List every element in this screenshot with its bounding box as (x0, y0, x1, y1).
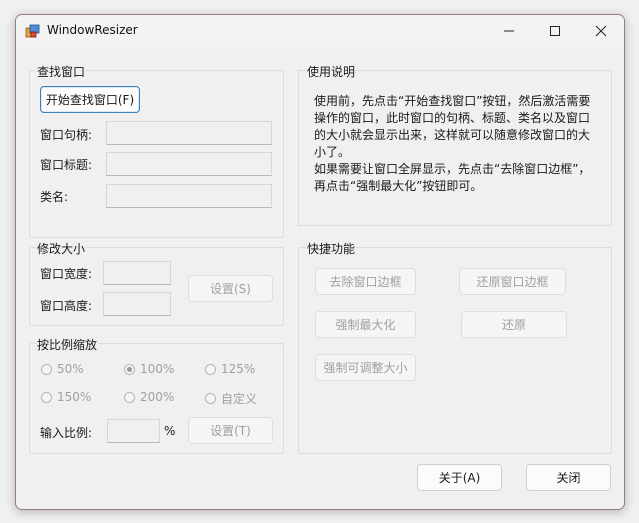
ratio-field[interactable] (107, 419, 160, 443)
restore-button[interactable]: 还原 (461, 311, 567, 338)
quick-functions-group-title: 快捷功能 (306, 240, 357, 257)
height-field[interactable] (103, 292, 171, 316)
start-find-button[interactable]: 开始查找窗口(F) (40, 86, 140, 113)
usage-group-title: 使用说明 (306, 63, 357, 80)
percent-sign: % (164, 424, 176, 438)
close-icon (595, 25, 607, 37)
maximize-icon (550, 26, 560, 36)
radio-dot (205, 363, 216, 375)
close-button[interactable]: 关闭 (526, 464, 611, 491)
class-name-field[interactable] (106, 184, 272, 208)
width-label: 窗口宽度: (40, 267, 93, 281)
set-size-button[interactable]: 设置(S) (188, 275, 273, 302)
set-scale-button[interactable]: 设置(T) (188, 417, 273, 444)
height-label: 窗口高度: (40, 299, 93, 313)
radio-custom[interactable]: 自定义 (205, 390, 257, 407)
class-name-label: 类名: (40, 190, 69, 204)
radio-dot (41, 363, 52, 375)
radio-150[interactable]: 150% (41, 390, 91, 404)
radio-150-label: 150% (57, 390, 92, 404)
ratio-label: 输入比例: (40, 426, 93, 440)
scale-group-title: 按比例缩放 (36, 336, 99, 353)
window-title-field[interactable] (106, 152, 272, 176)
radio-dot (41, 391, 52, 403)
close-window-button[interactable] (578, 15, 624, 47)
radio-50-label: 50% (57, 362, 84, 376)
maximize-button[interactable] (532, 15, 578, 47)
radio-125[interactable]: 125% (205, 362, 255, 376)
radio-dot (124, 391, 135, 403)
title-bar[interactable]: WindowResizer (16, 15, 624, 47)
radio-50[interactable]: 50% (41, 362, 84, 376)
usage-description: 使用前，先点击“开始查找窗口”按钮，然后激活需要操作的窗口，此时窗口的句柄、标题… (314, 93, 598, 195)
radio-200[interactable]: 200% (124, 390, 174, 404)
usage-paragraph-1: 使用前，先点击“开始查找窗口”按钮，然后激活需要操作的窗口，此时窗口的句柄、标题… (314, 94, 591, 159)
find-window-group-title: 查找窗口 (36, 63, 87, 80)
handle-label: 窗口句柄: (40, 128, 93, 142)
handle-field[interactable] (106, 121, 272, 145)
width-field[interactable] (103, 261, 171, 285)
radio-custom-label: 自定义 (221, 392, 258, 406)
radio-200-label: 200% (140, 390, 175, 404)
force-resizable-button[interactable]: 强制可调整大小 (315, 354, 416, 381)
radio-dot (205, 393, 216, 404)
window-title: WindowResizer (47, 23, 138, 37)
minimize-icon (504, 30, 514, 32)
radio-100-label: 100% (140, 362, 175, 376)
resize-group-title: 修改大小 (36, 240, 87, 257)
window-title-label: 窗口标题: (40, 158, 93, 172)
app-window: WindowResizer 查找窗口 开始查找窗口(F) 窗口句柄: 窗口标题:… (15, 14, 625, 510)
radio-125-label: 125% (221, 362, 256, 376)
radio-dot (124, 363, 135, 375)
about-button[interactable]: 关于(A) (417, 464, 502, 491)
force-maximize-button[interactable]: 强制最大化 (315, 311, 416, 338)
minimize-button[interactable] (486, 15, 532, 47)
remove-border-button[interactable]: 去除窗口边框 (315, 268, 416, 295)
app-icon (25, 24, 40, 38)
radio-100[interactable]: 100% (124, 362, 174, 376)
usage-paragraph-2: 如果需要让窗口全屏显示，先点击“去除窗口边框”，再点击“强制最大化”按钮即可。 (314, 162, 591, 193)
restore-border-button[interactable]: 还原窗口边框 (459, 268, 566, 295)
